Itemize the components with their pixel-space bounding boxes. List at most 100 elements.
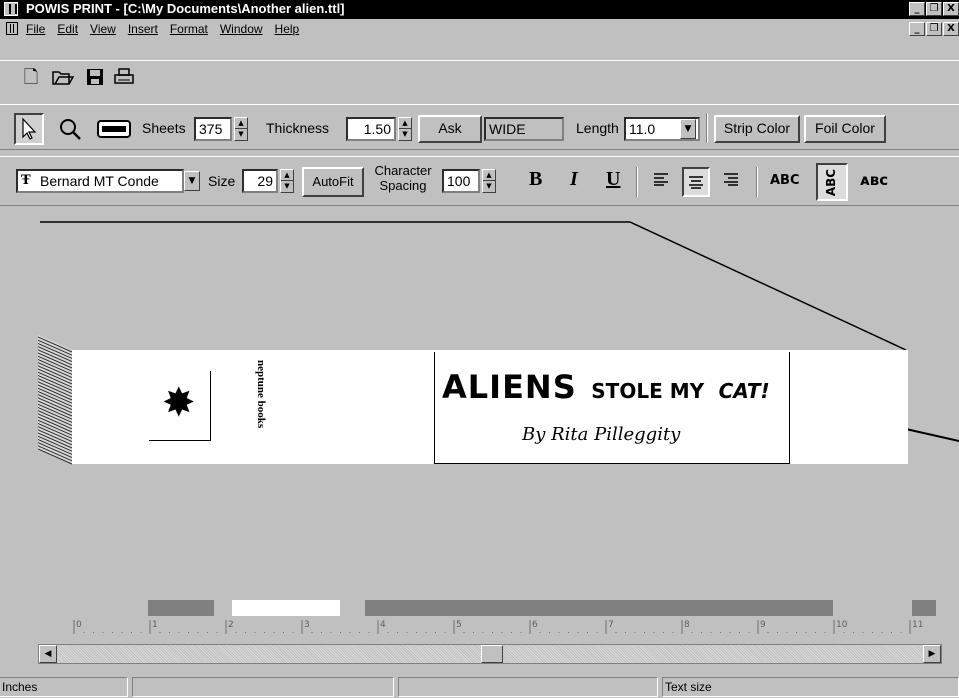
ruler-tick-label: 2 (228, 620, 234, 630)
ruler-tick-label: 6 (532, 620, 538, 630)
character-spacing-label: Character Spacing (371, 163, 435, 193)
ruler-tick-label: 7 (608, 620, 614, 630)
doc-minimize-button[interactable]: _ (909, 22, 925, 36)
spacing-spinner[interactable]: ▲ ▼ (482, 169, 496, 193)
spine-title[interactable]: ALIENS STOLE MY CAT! (442, 368, 770, 406)
strip-color-button[interactable]: Strip Color (714, 115, 800, 143)
width-readout: WIDE (484, 117, 564, 141)
orient-stacked-button[interactable]: ᴀʙᴄ (860, 171, 888, 189)
new-document-icon[interactable]: 🗋 (20, 68, 42, 88)
orient-vertical-button[interactable]: ABC (816, 163, 848, 201)
window-title: POWIS PRINT - [C:\My Documents\Another a… (26, 1, 345, 16)
publisher-block: neptune books (255, 360, 269, 452)
chevron-down-icon[interactable]: ▼ (680, 119, 696, 139)
orient-horizontal-button[interactable]: ABC (770, 173, 800, 188)
menu-view[interactable]: View (88, 21, 118, 37)
publisher-name: neptune books (255, 360, 267, 429)
spin-down-icon[interactable]: ▼ (483, 180, 495, 191)
scroll-thumb[interactable] (481, 645, 503, 663)
autofit-button[interactable]: AutoFit (302, 167, 364, 197)
ruler-tick-label: 1 (152, 620, 158, 630)
restore-button[interactable]: ❐ (926, 2, 942, 16)
thickness-spinner[interactable]: ▲ ▼ (398, 117, 412, 141)
size-input[interactable]: 29 (242, 169, 278, 193)
app-icon[interactable] (4, 2, 18, 16)
spacing-label: Spacing (379, 178, 427, 193)
ruler-block-selected (232, 600, 340, 616)
design-canvas[interactable]: ✸ neptune books ALIENS STOLE MY CAT! By … (0, 207, 959, 643)
book-spine[interactable]: ✸ neptune books ALIENS STOLE MY CAT! By … (72, 350, 908, 464)
ruler-tick-label: 11 (912, 620, 924, 630)
menu-help[interactable]: Help (273, 21, 302, 37)
ruler-tick-label: 4 (380, 620, 386, 630)
author-byline[interactable]: By Rita Pilleggity (522, 424, 680, 445)
printer-icon[interactable] (112, 68, 136, 91)
minimize-button[interactable]: _ (909, 2, 925, 16)
title-end-text: CAT! (718, 379, 770, 403)
save-disk-icon[interactable] (84, 68, 106, 91)
scroll-right-icon[interactable]: ▶ (923, 645, 941, 663)
separator (756, 167, 758, 197)
chevron-down-icon[interactable]: ▼ (184, 171, 200, 191)
menu-edit[interactable]: Edit (55, 21, 80, 37)
spin-down-icon[interactable]: ▼ (235, 128, 247, 139)
separator (706, 113, 708, 143)
status-bar: Inches Text size (0, 675, 959, 698)
title-main-text: ALIENS (442, 368, 577, 406)
align-center-icon (689, 176, 703, 189)
sheets-input[interactable]: 375 (194, 117, 232, 141)
ruler: 0 1 2 3 4 5 6 7 8 9 10 11 (66, 618, 946, 638)
ruler-block (365, 600, 833, 616)
doc-close-button[interactable]: X (943, 22, 959, 36)
horizontal-scrollbar[interactable]: ◀ ▶ (38, 644, 942, 664)
page-stack-edge (38, 335, 73, 465)
open-folder-icon[interactable] (50, 68, 76, 91)
close-button[interactable]: X (943, 2, 959, 16)
size-spinner[interactable]: ▲ ▼ (280, 169, 294, 193)
window-controls: _ ❐ X (909, 2, 959, 16)
menu-window[interactable]: Window (218, 21, 265, 37)
truetype-font-icon: Ŧ (21, 173, 31, 188)
status-hint: Text size (662, 677, 959, 697)
title-sub-text: STOLE MY (591, 379, 705, 403)
pointer-tool-button[interactable] (14, 113, 44, 145)
doc-restore-button[interactable]: ❐ (926, 22, 942, 36)
ruler-block (148, 600, 214, 616)
document-window-controls: _ ❐ X (909, 22, 959, 36)
ruler-tick-label: 5 (456, 620, 462, 630)
ruler-tick-label: 8 (684, 620, 690, 630)
spin-up-icon[interactable]: ▲ (281, 170, 293, 180)
spine-strip-icon[interactable] (96, 119, 132, 144)
align-center-button[interactable] (682, 167, 710, 197)
document-icon[interactable] (6, 22, 18, 35)
format-toolbar: Ŧ Bernard MT Conde ▼ Size 29 ▲ ▼ AutoFit … (0, 156, 959, 206)
spacing-input[interactable]: 100 (442, 169, 480, 193)
length-label: Length (576, 120, 619, 136)
title-bar: POWIS PRINT - [C:\My Documents\Another a… (0, 0, 959, 19)
zoom-magnifier-icon[interactable] (56, 117, 84, 146)
align-right-icon[interactable] (720, 171, 742, 191)
font-select-value: Bernard MT Conde (40, 173, 159, 189)
ask-button[interactable]: Ask (418, 115, 482, 143)
thickness-input[interactable]: 1.50 (346, 117, 396, 141)
spin-down-icon[interactable]: ▼ (399, 128, 411, 139)
menu-items: File Edit View Insert Format Window Help (24, 21, 301, 37)
foil-color-button[interactable]: Foil Color (804, 115, 886, 143)
underline-button[interactable]: U (606, 168, 620, 191)
scroll-left-icon[interactable]: ◀ (39, 645, 57, 663)
menu-insert[interactable]: Insert (126, 21, 160, 37)
menu-format[interactable]: Format (168, 21, 210, 37)
spin-up-icon[interactable]: ▲ (399, 118, 411, 128)
menu-file[interactable]: File (24, 21, 47, 37)
font-select[interactable]: Ŧ Bernard MT Conde (16, 169, 184, 193)
spin-up-icon[interactable]: ▲ (483, 170, 495, 180)
spin-up-icon[interactable]: ▲ (235, 118, 247, 128)
ruler-tick-label: 0 (76, 620, 82, 630)
ruler-tick-label: 3 (304, 620, 310, 630)
character-label: Character (374, 163, 432, 178)
spin-down-icon[interactable]: ▼ (281, 180, 293, 191)
italic-button[interactable]: I (570, 168, 578, 191)
sheets-spinner[interactable]: ▲ ▼ (234, 117, 248, 141)
bold-button[interactable]: B (529, 168, 542, 191)
align-left-icon[interactable] (650, 171, 672, 191)
